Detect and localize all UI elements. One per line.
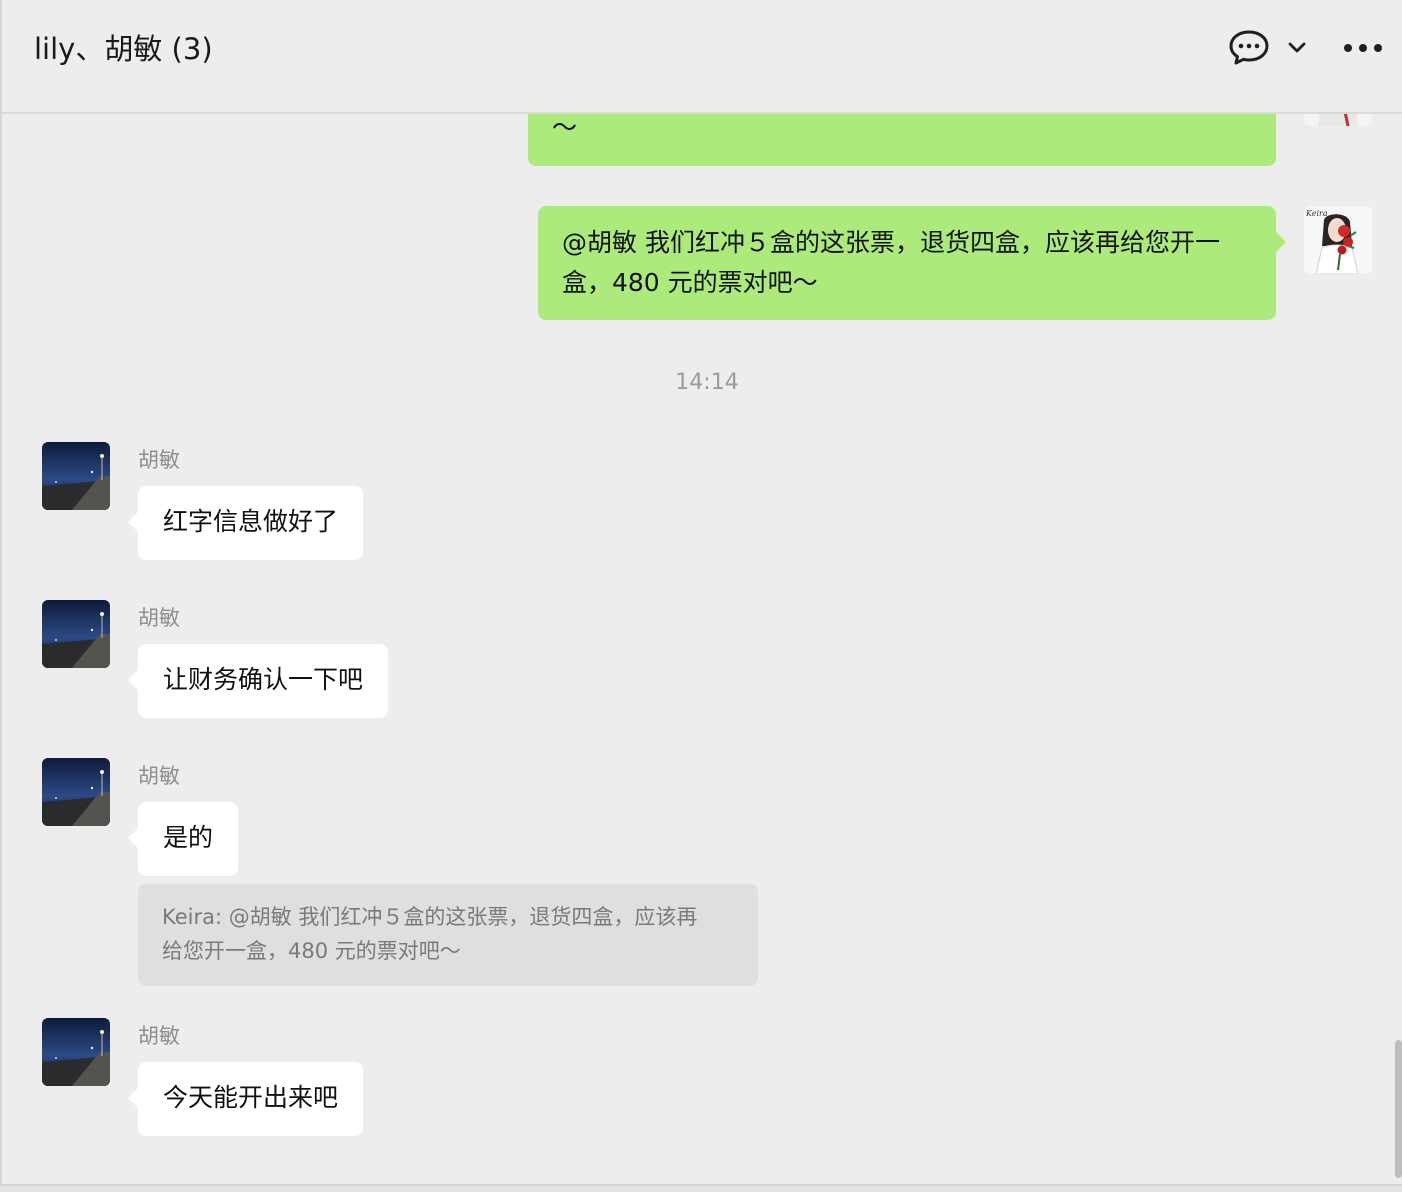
night-pier-avatar-icon	[42, 1018, 110, 1086]
avatar-humin[interactable]	[42, 758, 110, 826]
message-text: ～	[552, 114, 578, 142]
chat-options-dropdown[interactable]	[1280, 26, 1314, 70]
more-icon	[1344, 44, 1382, 52]
sender-name: 胡敏	[138, 606, 180, 630]
night-pier-avatar-icon	[42, 600, 110, 668]
message-bubble-outgoing[interactable]: @胡敏 我们红冲５盒的这张票，退货四盒，应该再给您开一 盒，480 元的票对吧～	[538, 206, 1286, 320]
avatar-humin[interactable]	[42, 1018, 110, 1086]
chat-header: lily、胡敏 (3)	[2, 0, 1402, 114]
night-pier-avatar-icon	[42, 758, 110, 826]
message-text-line-2: 盒，480 元的票对吧～	[562, 268, 818, 297]
bubble-tail	[1276, 232, 1286, 252]
night-pier-avatar-icon	[42, 442, 110, 510]
message-bubble-incoming[interactable]: 红字信息做好了	[128, 486, 364, 560]
message-text: 是的	[163, 823, 214, 852]
sender-name: 胡敏	[138, 1024, 180, 1048]
avatar-humin[interactable]	[42, 442, 110, 510]
avatar-keira-partial[interactable]	[1304, 114, 1372, 126]
input-area-edge	[0, 1184, 1402, 1192]
chat-title: lily、胡敏 (3)	[34, 32, 213, 66]
avatar-keira[interactable]: Keira	[1304, 206, 1372, 274]
quoted-text-line-1: Keira: @胡敏 我们红冲５盒的这张票，退货四盒，应该再	[162, 905, 698, 929]
quoted-text-line-2: 给您开一盒，480 元的票对吧～	[162, 939, 461, 963]
scrollbar-thumb[interactable]	[1395, 1040, 1402, 1178]
bubble-tail	[128, 1088, 138, 1108]
bubble-tail	[128, 828, 138, 848]
portrait-avatar-icon	[1304, 114, 1372, 126]
chat-bubble-button[interactable]	[1224, 26, 1274, 70]
sender-name: 胡敏	[138, 764, 180, 788]
message-bubble-incoming[interactable]: 让财务确认一下吧	[128, 644, 389, 718]
message-text-line-1: @胡敏 我们红冲５盒的这张票，退货四盒，应该再给您开一	[562, 228, 1220, 257]
message-text: 让财务确认一下吧	[163, 665, 364, 694]
bubble-tail	[128, 670, 138, 690]
chat-bubble-icon	[1229, 30, 1269, 65]
message-bubble-incoming[interactable]: 今天能开出来吧	[128, 1062, 364, 1136]
message-bubble-incoming[interactable]: 是的	[128, 802, 239, 876]
message-bubble-outgoing-partial[interactable]: ～	[528, 114, 1276, 166]
message-timestamp: 14:14	[675, 370, 739, 395]
bubble-tail	[128, 512, 138, 532]
sender-name: 胡敏	[138, 448, 180, 472]
avatar-caption: Keira	[1306, 209, 1328, 218]
message-text: 今天能开出来吧	[163, 1083, 339, 1112]
more-options-button[interactable]	[1336, 26, 1390, 70]
avatar-humin[interactable]	[42, 600, 110, 668]
message-list[interactable]: ～ @胡敏 我们红冲５盒的这张票，退货四盒，应该再给您开一 盒，480 元的票对…	[2, 114, 1394, 1184]
quoted-message[interactable]: Keira: @胡敏 我们红冲５盒的这张票，退货四盒，应该再 给您开一盒，480…	[138, 884, 758, 986]
chevron-down-icon	[1288, 42, 1306, 53]
message-text: 红字信息做好了	[163, 507, 339, 536]
